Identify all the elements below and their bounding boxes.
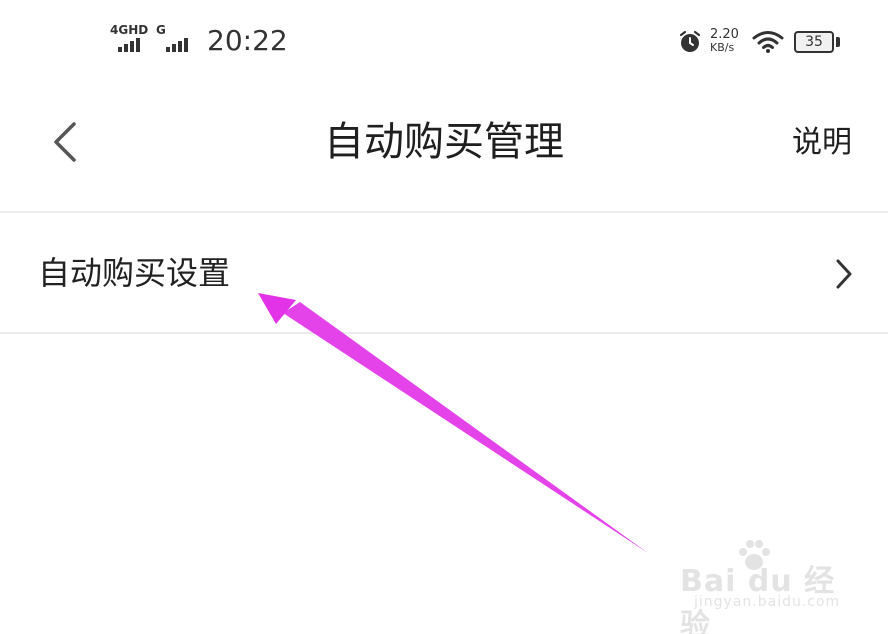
watermark-url: jingyan.baidu.com xyxy=(694,594,841,610)
title-bar: 自动购买管理 说明 xyxy=(0,86,888,212)
battery-tip xyxy=(836,37,840,47)
watermark: Bai du 经验 jingyan.baidu.com xyxy=(676,538,856,634)
arrow-shaft xyxy=(283,302,648,553)
status-time: 20:22 xyxy=(207,24,288,57)
signal-bars-icon xyxy=(166,38,188,52)
battery-icon: 35 xyxy=(794,31,834,53)
alarm-icon xyxy=(679,30,701,52)
signal-bars-icon xyxy=(118,38,140,52)
list-item-label: 自动购买设置 xyxy=(38,254,231,292)
network-type-2: G xyxy=(156,23,166,37)
chevron-right-icon xyxy=(836,259,852,289)
help-button[interactable]: 说明 xyxy=(792,124,852,162)
speed-value: 2.20 xyxy=(710,27,739,42)
app-screen: 4GHD G 20:22 2.20 KB/s 35 自动购买管理 说明 自动购买… xyxy=(0,0,888,634)
list-item-auto-buy-settings[interactable]: 自动购买设置 xyxy=(0,213,888,332)
network-speed: 2.20 KB/s xyxy=(710,28,739,54)
status-bar: 4GHD G 20:22 2.20 KB/s 35 xyxy=(0,0,888,86)
wifi-icon xyxy=(752,31,784,53)
network-type-1: 4GHD xyxy=(110,23,149,37)
speed-unit: KB/s xyxy=(710,41,735,54)
divider xyxy=(0,332,888,334)
page-title: 自动购买管理 xyxy=(324,119,564,165)
